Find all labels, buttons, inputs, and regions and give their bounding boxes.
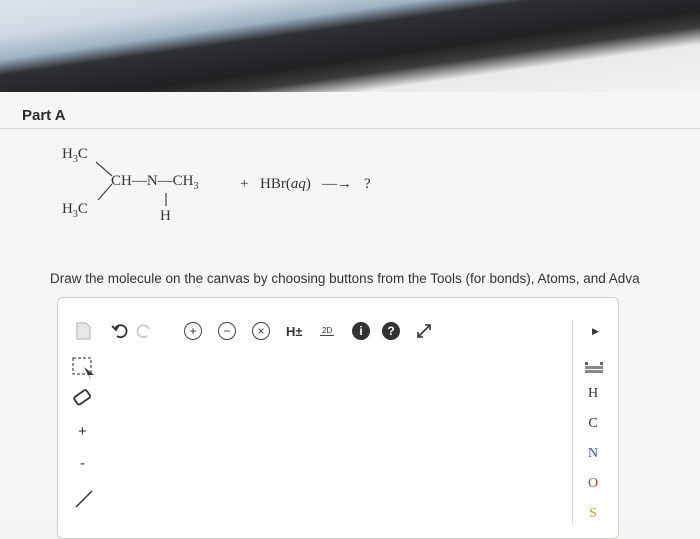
increase-charge-button[interactable]: + xyxy=(78,423,87,440)
help-icon: ? xyxy=(382,322,400,340)
zoom-in-icon: + xyxy=(184,322,202,340)
twod-icon: 2D xyxy=(320,326,335,336)
redo-button[interactable] xyxy=(134,320,154,342)
amine-hydrogen: H xyxy=(160,208,171,224)
clean-2d-button[interactable]: 2D xyxy=(320,320,335,342)
n-h-bond xyxy=(165,193,167,206)
undo-icon xyxy=(111,324,128,339)
decrease-charge-button[interactable]: - xyxy=(80,455,85,472)
atom-c-button[interactable]: C xyxy=(585,416,601,432)
single-bond-icon xyxy=(75,490,93,508)
zoom-out-button[interactable]: − xyxy=(218,320,236,342)
methyl-top: H3C xyxy=(62,146,88,165)
expand-icon xyxy=(417,324,431,338)
eraser-tool[interactable] xyxy=(70,387,96,414)
editor-toolbar: + − × H± 2D i ? ▶ xyxy=(62,310,612,344)
close-icon: × xyxy=(252,322,270,340)
instruction-text: Draw the molecule on the canvas by choos… xyxy=(50,271,640,286)
explicit-hydrogens-button[interactable]: H± xyxy=(286,320,303,342)
atom-o-button[interactable]: O xyxy=(585,476,601,492)
tools-bar: + - xyxy=(62,345,106,525)
reagent-hbr: HBr(aq) xyxy=(260,176,311,192)
undo-button[interactable] xyxy=(110,320,130,342)
redo-icon xyxy=(136,324,150,339)
atom-h-button[interactable]: H xyxy=(585,386,601,402)
product-unknown: ? xyxy=(364,176,371,192)
atoms-bar: H C N O S xyxy=(572,320,613,525)
eraser-icon xyxy=(73,389,91,406)
clear-button[interactable]: × xyxy=(252,320,270,342)
periodic-table-icon xyxy=(585,362,603,373)
document-icon xyxy=(76,322,91,340)
browser-top-bezel xyxy=(0,0,700,100)
zoom-in-button[interactable]: + xyxy=(184,320,202,342)
single-bond-tool[interactable] xyxy=(72,485,98,516)
methyl-bottom: H3C xyxy=(62,201,88,220)
help-button[interactable]: ? xyxy=(382,320,400,342)
periodic-table-button[interactable] xyxy=(585,360,603,379)
info-icon: i xyxy=(352,322,370,340)
atom-s-button[interactable]: S xyxy=(585,506,601,522)
plus-sign: + xyxy=(240,176,249,192)
select-tool[interactable] xyxy=(70,355,98,386)
main-chain: CH—N—CH3 xyxy=(111,173,199,192)
reaction-arrow: —→ xyxy=(322,176,352,192)
zoom-out-icon: − xyxy=(218,322,236,340)
atom-n-button[interactable]: N xyxy=(585,446,601,462)
selection-icon xyxy=(72,357,94,380)
divider xyxy=(0,128,700,129)
info-button[interactable]: i xyxy=(352,320,370,342)
fullscreen-button[interactable] xyxy=(414,320,434,342)
part-title: Part A xyxy=(22,107,66,124)
new-document-button[interactable] xyxy=(74,320,92,342)
